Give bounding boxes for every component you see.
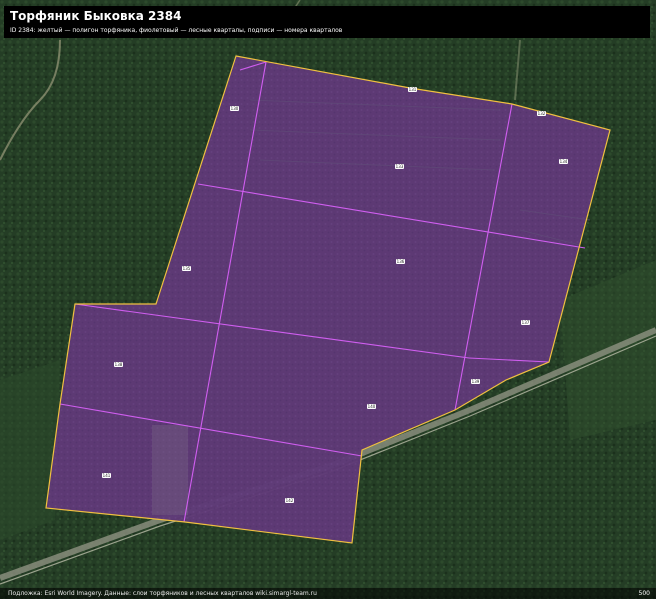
quarter-label[interactable]: 134 bbox=[559, 159, 568, 164]
quarter-label[interactable]: 137 bbox=[521, 320, 530, 325]
attribution-bar: Подложка: Esri World Imagery. Данные: сл… bbox=[0, 588, 656, 599]
svg-text:131: 131 bbox=[409, 87, 417, 92]
map-header: Торфяник Быковка 2384 ID 2384: желтый — … bbox=[4, 6, 650, 38]
svg-text:139: 139 bbox=[472, 379, 480, 384]
svg-text:140: 140 bbox=[368, 404, 376, 409]
svg-text:138: 138 bbox=[115, 362, 123, 367]
clearing-patch bbox=[0, 360, 60, 540]
map-title: Торфяник Быковка 2384 bbox=[10, 9, 182, 23]
svg-text:132: 132 bbox=[538, 111, 546, 116]
svg-text:133: 133 bbox=[396, 164, 404, 169]
quarter-label[interactable]: 132 bbox=[537, 111, 546, 116]
quarter-label[interactable]: 136 bbox=[396, 259, 405, 264]
scale-label: 500 bbox=[638, 590, 650, 597]
quarter-label[interactable]: 142 bbox=[285, 498, 294, 503]
quarter-label[interactable]: 138 bbox=[114, 362, 123, 367]
quarter-label[interactable]: 135 bbox=[182, 266, 191, 271]
quarter-label[interactable]: 139 bbox=[471, 379, 480, 384]
map-view[interactable]: 130 131 132 133 134 135 136 137 138 139 … bbox=[0, 0, 656, 599]
svg-text:134: 134 bbox=[560, 159, 568, 164]
quarter-label[interactable]: 133 bbox=[395, 164, 404, 169]
quarter-label[interactable]: 130 bbox=[230, 106, 239, 111]
map-subtitle: ID 2384: желтый — полигон торфяника, фио… bbox=[10, 27, 343, 34]
svg-text:136: 136 bbox=[397, 259, 405, 264]
svg-text:130: 130 bbox=[231, 106, 239, 111]
svg-text:137: 137 bbox=[522, 320, 530, 325]
svg-text:135: 135 bbox=[183, 266, 191, 271]
quarter-label[interactable]: 131 bbox=[408, 87, 417, 92]
quarter-label[interactable]: 141 bbox=[102, 473, 111, 478]
svg-text:141: 141 bbox=[103, 473, 111, 478]
light-patch bbox=[152, 425, 188, 515]
map-canvas: 130 131 132 133 134 135 136 137 138 139 … bbox=[0, 0, 656, 599]
quarter-label[interactable]: 140 bbox=[367, 404, 376, 409]
svg-text:142: 142 bbox=[286, 498, 294, 503]
